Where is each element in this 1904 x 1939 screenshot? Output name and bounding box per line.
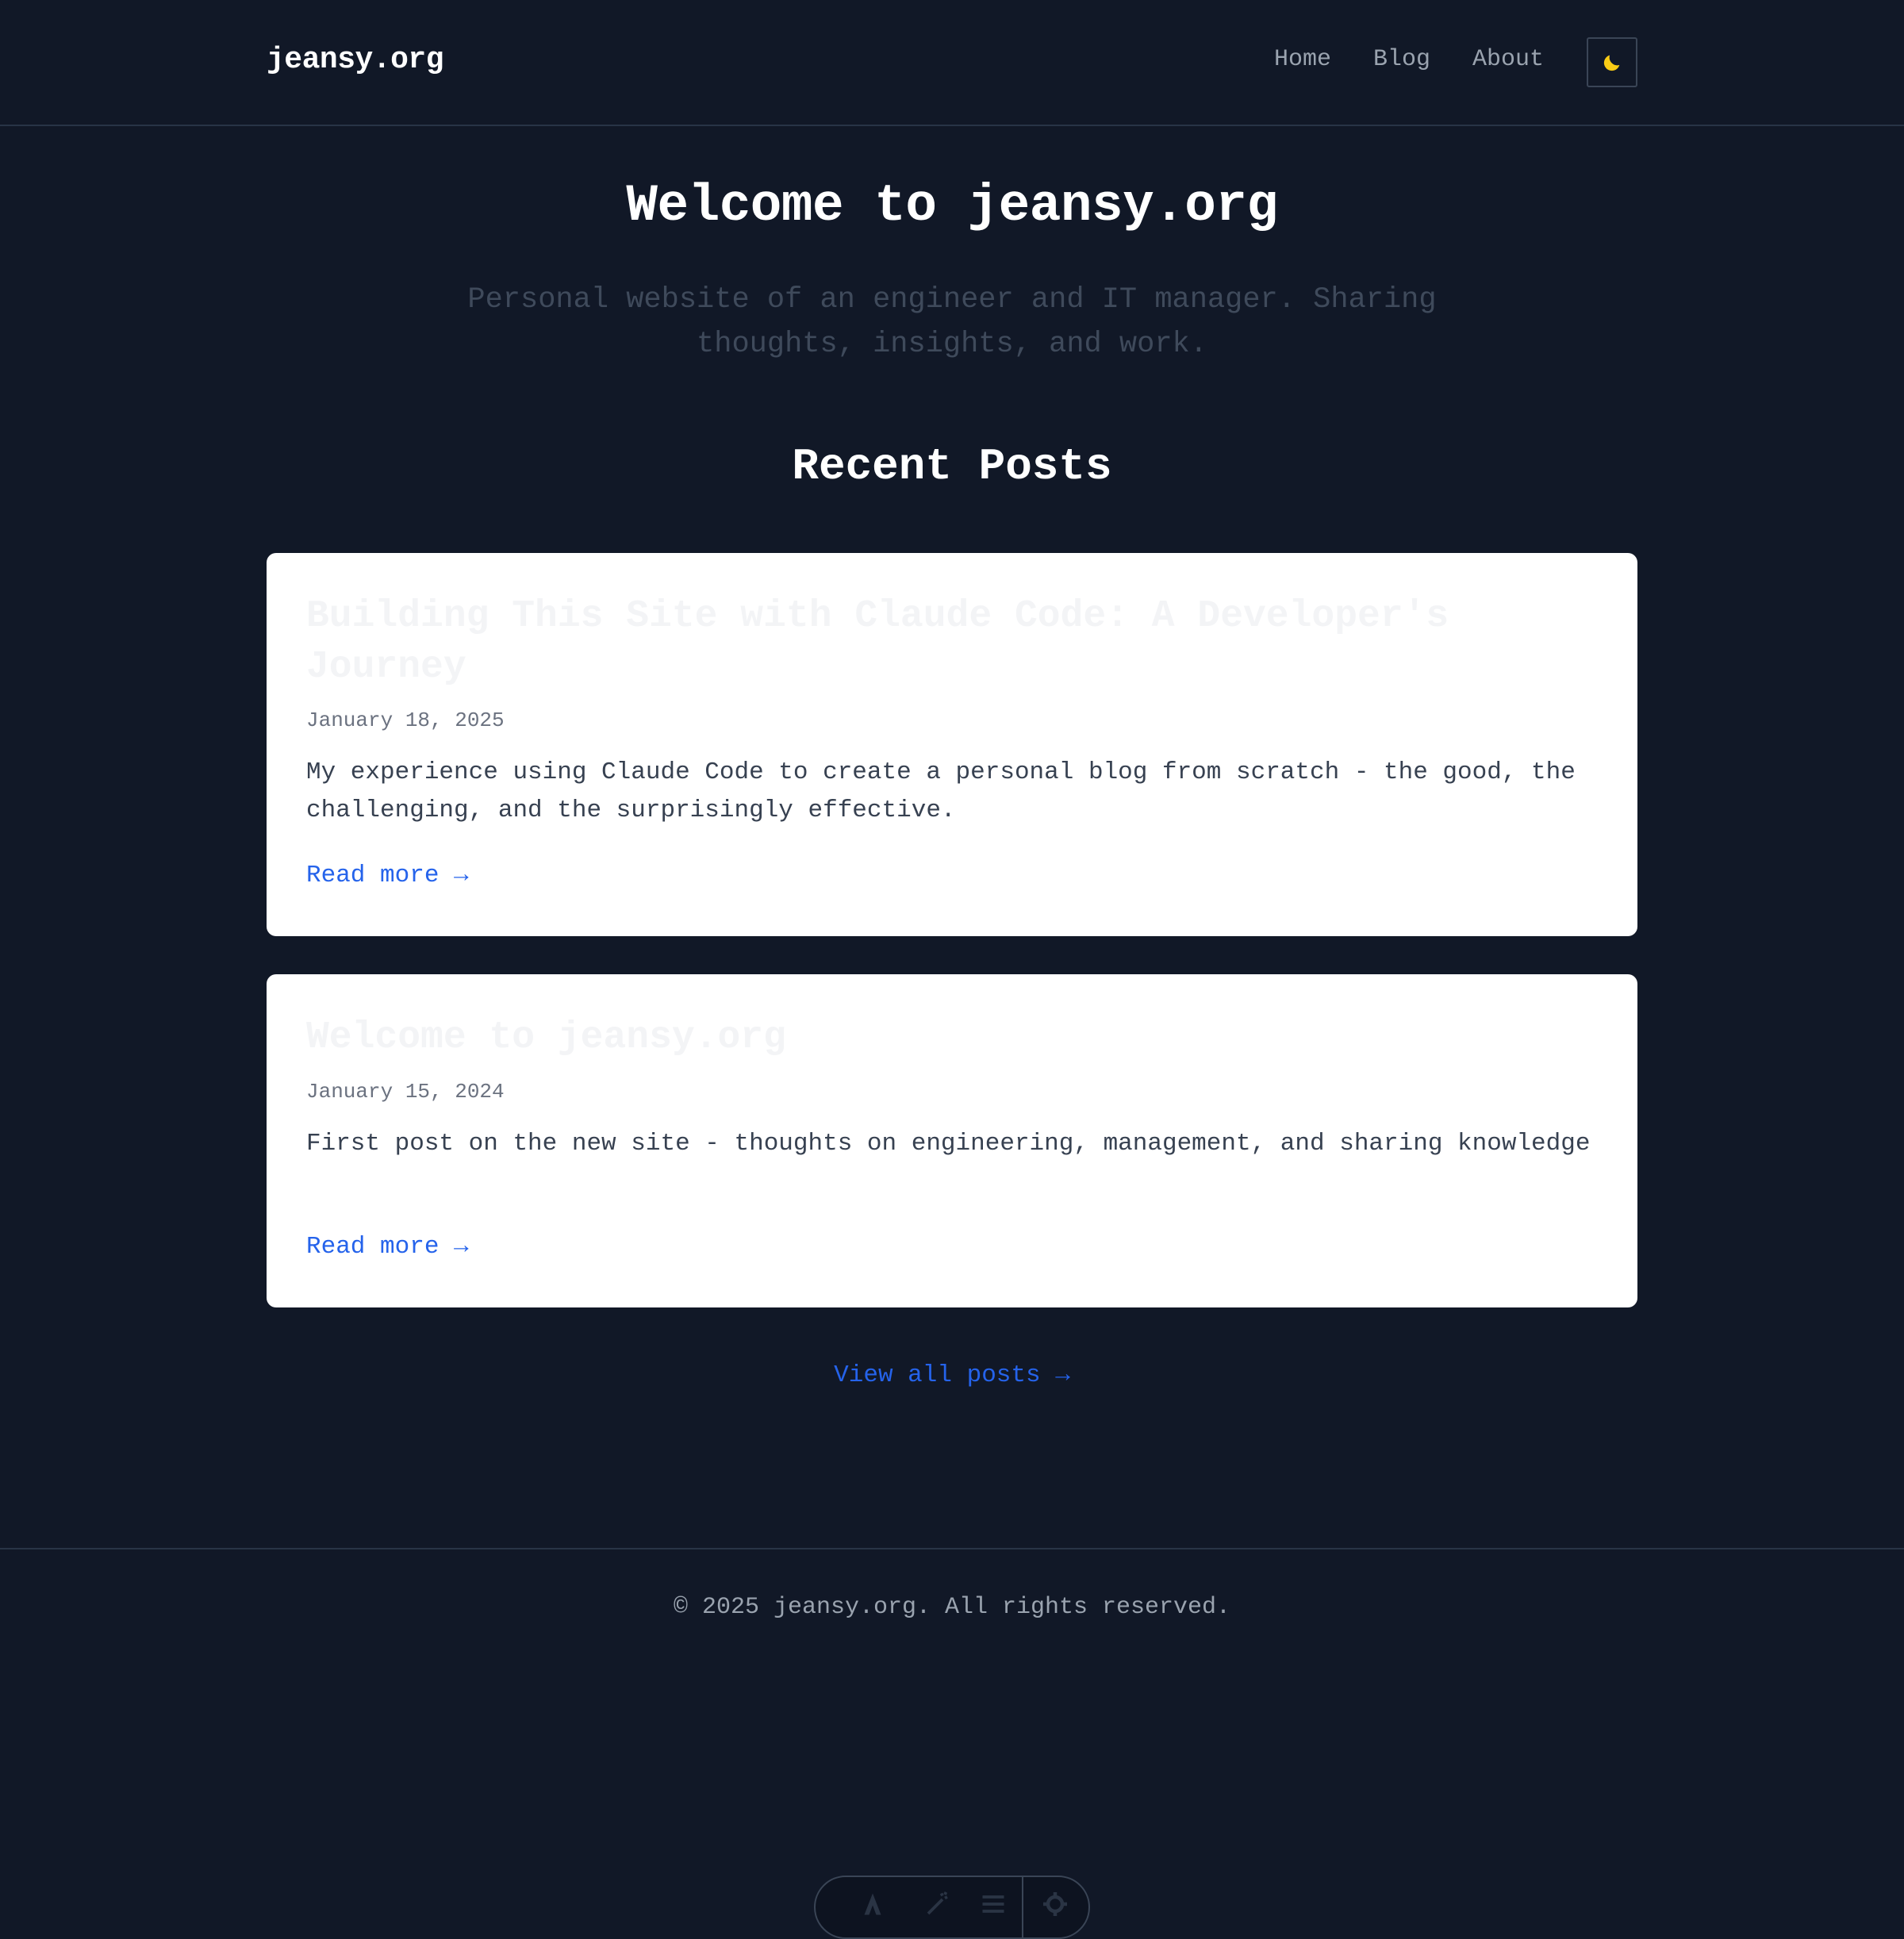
- post-card: Building This Site with Claude Code: A D…: [267, 553, 1637, 936]
- moon-icon: [1601, 52, 1623, 74]
- post-title[interactable]: Building This Site with Claude Code: A D…: [306, 591, 1544, 693]
- read-more-link[interactable]: Read more →: [306, 1233, 469, 1261]
- theme-toggle-button[interactable]: [1587, 37, 1637, 87]
- copyright-text: © 2025 jeansy.org. All rights reserved.: [673, 1594, 1231, 1621]
- gear-icon[interactable]: [1039, 1888, 1071, 1920]
- post-title[interactable]: Welcome to jeansy.org: [306, 1012, 1544, 1063]
- site-header: jeansy.org Home Blog About: [0, 0, 1904, 126]
- post-date: January 15, 2024: [306, 1080, 505, 1104]
- hero-title: Welcome to jeansy.org: [626, 176, 1278, 236]
- dev-toolbar: [814, 1876, 1090, 1939]
- nav-home-link[interactable]: Home: [1274, 46, 1331, 73]
- wand-icon[interactable]: [922, 1888, 954, 1920]
- site-footer: © 2025 jeansy.org. All rights reserved.: [0, 1548, 1904, 1904]
- nav-blog-link[interactable]: Blog: [1373, 46, 1430, 73]
- post-card: Welcome to jeansy.org January 15, 2024 F…: [267, 974, 1637, 1307]
- toolbar-divider: [1022, 1877, 1023, 1937]
- hero-subtitle: Personal website of an engineer and IT m…: [467, 283, 1437, 361]
- post-excerpt: First post on the new site - thoughts on…: [306, 1130, 1591, 1158]
- site-logo[interactable]: jeansy.org: [267, 43, 444, 77]
- view-all-posts-link[interactable]: View all posts →: [0, 1361, 1904, 1389]
- nav-about-link[interactable]: About: [1472, 46, 1544, 73]
- astro-logo-icon[interactable]: [857, 1888, 889, 1920]
- post-excerpt: My experience using Claude Code to creat…: [306, 758, 1576, 824]
- read-more-link[interactable]: Read more →: [306, 862, 469, 889]
- recent-posts-heading: Recent Posts: [792, 441, 1112, 492]
- post-date: January 18, 2025: [306, 708, 505, 732]
- menu-icon[interactable]: [977, 1888, 1009, 1920]
